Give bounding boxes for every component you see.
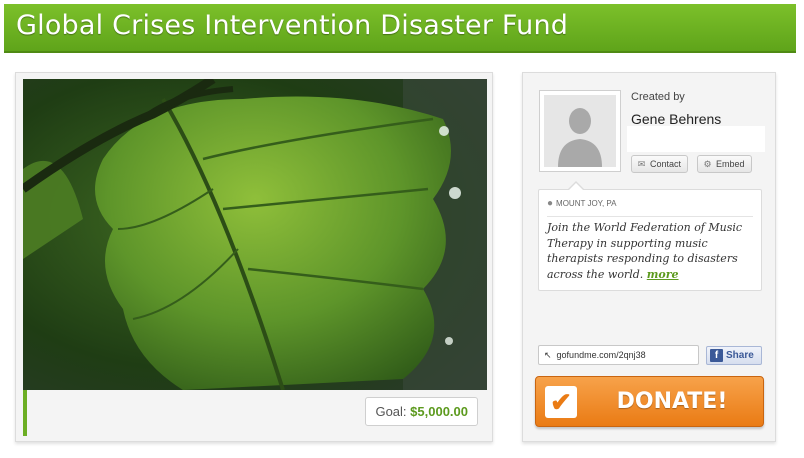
- short-url-field[interactable]: ↖ gofundme.com/2qnj38: [538, 345, 699, 365]
- checkmark-icon: ✔: [545, 386, 577, 418]
- avatar[interactable]: [539, 90, 621, 172]
- envelope-icon: ✉: [637, 159, 646, 169]
- cursor-icon: ↖: [544, 350, 552, 360]
- goal-amount: $5,000.00: [410, 404, 468, 419]
- campaign-media-card: Goal: $5,000.00: [15, 72, 493, 442]
- description-box: ● MOUNT JOY, PA Join the World Federation…: [538, 189, 762, 291]
- embed-button[interactable]: ⚙ Embed: [697, 155, 752, 173]
- contact-label: Contact: [650, 159, 682, 169]
- location-text: MOUNT JOY, PA: [556, 199, 617, 208]
- embed-label: Embed: [716, 159, 745, 169]
- person-silhouette-icon: [544, 95, 616, 167]
- created-by-label: Created by: [631, 91, 685, 103]
- gear-icon: ⚙: [703, 159, 712, 169]
- contact-button[interactable]: ✉ Contact: [631, 155, 689, 173]
- campaign-photo: [23, 79, 487, 390]
- map-pin-icon: ●: [547, 198, 554, 209]
- divider: [547, 216, 753, 217]
- callout-arrow-fill: [568, 183, 584, 191]
- page-title: Global Crises Intervention Disaster Fund: [16, 10, 569, 41]
- share-label: Share: [726, 350, 754, 361]
- donate-label: DONATE!: [616, 389, 728, 414]
- description-body: Join the World Federation of Music Thera…: [547, 221, 743, 281]
- description-text: Join the World Federation of Music Thera…: [547, 220, 759, 282]
- donate-button[interactable]: ✔ DONATE!: [535, 376, 764, 427]
- campaign-sidebar: Created by Gene Behrens ✉ Contact ⚙ Embed …: [522, 72, 776, 442]
- goal-label: Goal:: [375, 404, 407, 419]
- more-link[interactable]: more: [647, 268, 679, 281]
- goal-badge: Goal: $5,000.00: [365, 397, 478, 426]
- creator-name-box: [627, 126, 765, 152]
- location: ● MOUNT JOY, PA: [547, 198, 617, 209]
- facebook-share-button[interactable]: f Share: [706, 346, 762, 365]
- page-header: Global Crises Intervention Disaster Fund: [4, 4, 796, 53]
- leaf-photo: [23, 79, 487, 390]
- accent-bar: [23, 390, 27, 436]
- creator-name[interactable]: Gene Behrens: [631, 111, 721, 127]
- facebook-icon: f: [710, 349, 723, 362]
- short-url: gofundme.com/2qnj38: [556, 350, 646, 360]
